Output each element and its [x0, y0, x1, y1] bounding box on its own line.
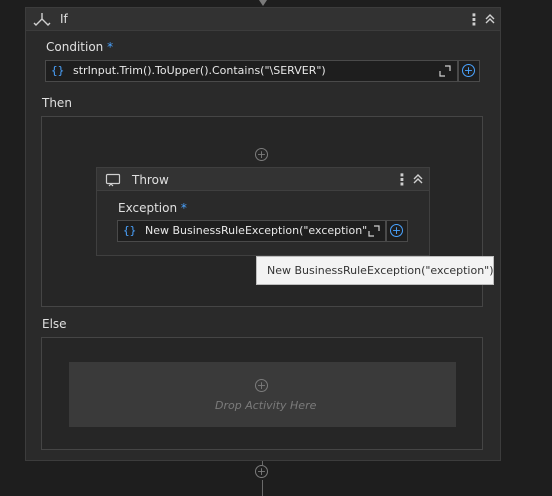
exception-label: Exception *	[118, 201, 187, 215]
throw-kebab-menu-icon[interactable]: ⋮	[394, 172, 410, 188]
condition-label: Condition *	[46, 40, 114, 54]
if-kebab-menu-icon[interactable]: ⋮	[466, 12, 482, 28]
if-branch-icon	[33, 11, 51, 29]
else-add-activity-icon[interactable]: +	[255, 379, 268, 392]
exception-expression-text[interactable]: New BusinessRuleException("exception"	[145, 224, 367, 237]
drop-activity-zone[interactable]	[69, 362, 456, 427]
top-connector-arrow	[259, 0, 267, 6]
bottom-connector-tail	[262, 480, 263, 496]
throw-collapse-icon[interactable]	[412, 173, 424, 187]
condition-curly-braces-icon: {}	[51, 64, 65, 77]
exception-expand-editor-icon[interactable]	[368, 225, 380, 237]
condition-expression-text[interactable]: strInput.Trim().ToUpper().Contains("\SER…	[73, 64, 326, 77]
drop-zone-text: Drop Activity Here	[215, 399, 317, 412]
condition-plus-circle-icon[interactable]: +	[462, 64, 475, 77]
throw-icon	[105, 172, 121, 188]
condition-expand-editor-icon[interactable]	[439, 65, 451, 77]
if-collapse-icon[interactable]	[484, 13, 496, 27]
expression-tooltip: New BusinessRuleException("exception")	[256, 256, 494, 285]
throw-activity-title: Throw	[132, 173, 169, 187]
exception-curly-braces-icon: {}	[123, 224, 137, 237]
if-activity-header[interactable]	[26, 8, 500, 31]
if-activity-title: If	[60, 12, 68, 26]
bottom-add-activity-icon[interactable]: +	[255, 465, 268, 478]
then-add-activity-icon[interactable]: +	[255, 148, 268, 161]
exception-plus-circle-icon[interactable]: +	[390, 224, 403, 237]
else-label: Else	[42, 317, 67, 331]
then-label: Then	[42, 96, 72, 110]
